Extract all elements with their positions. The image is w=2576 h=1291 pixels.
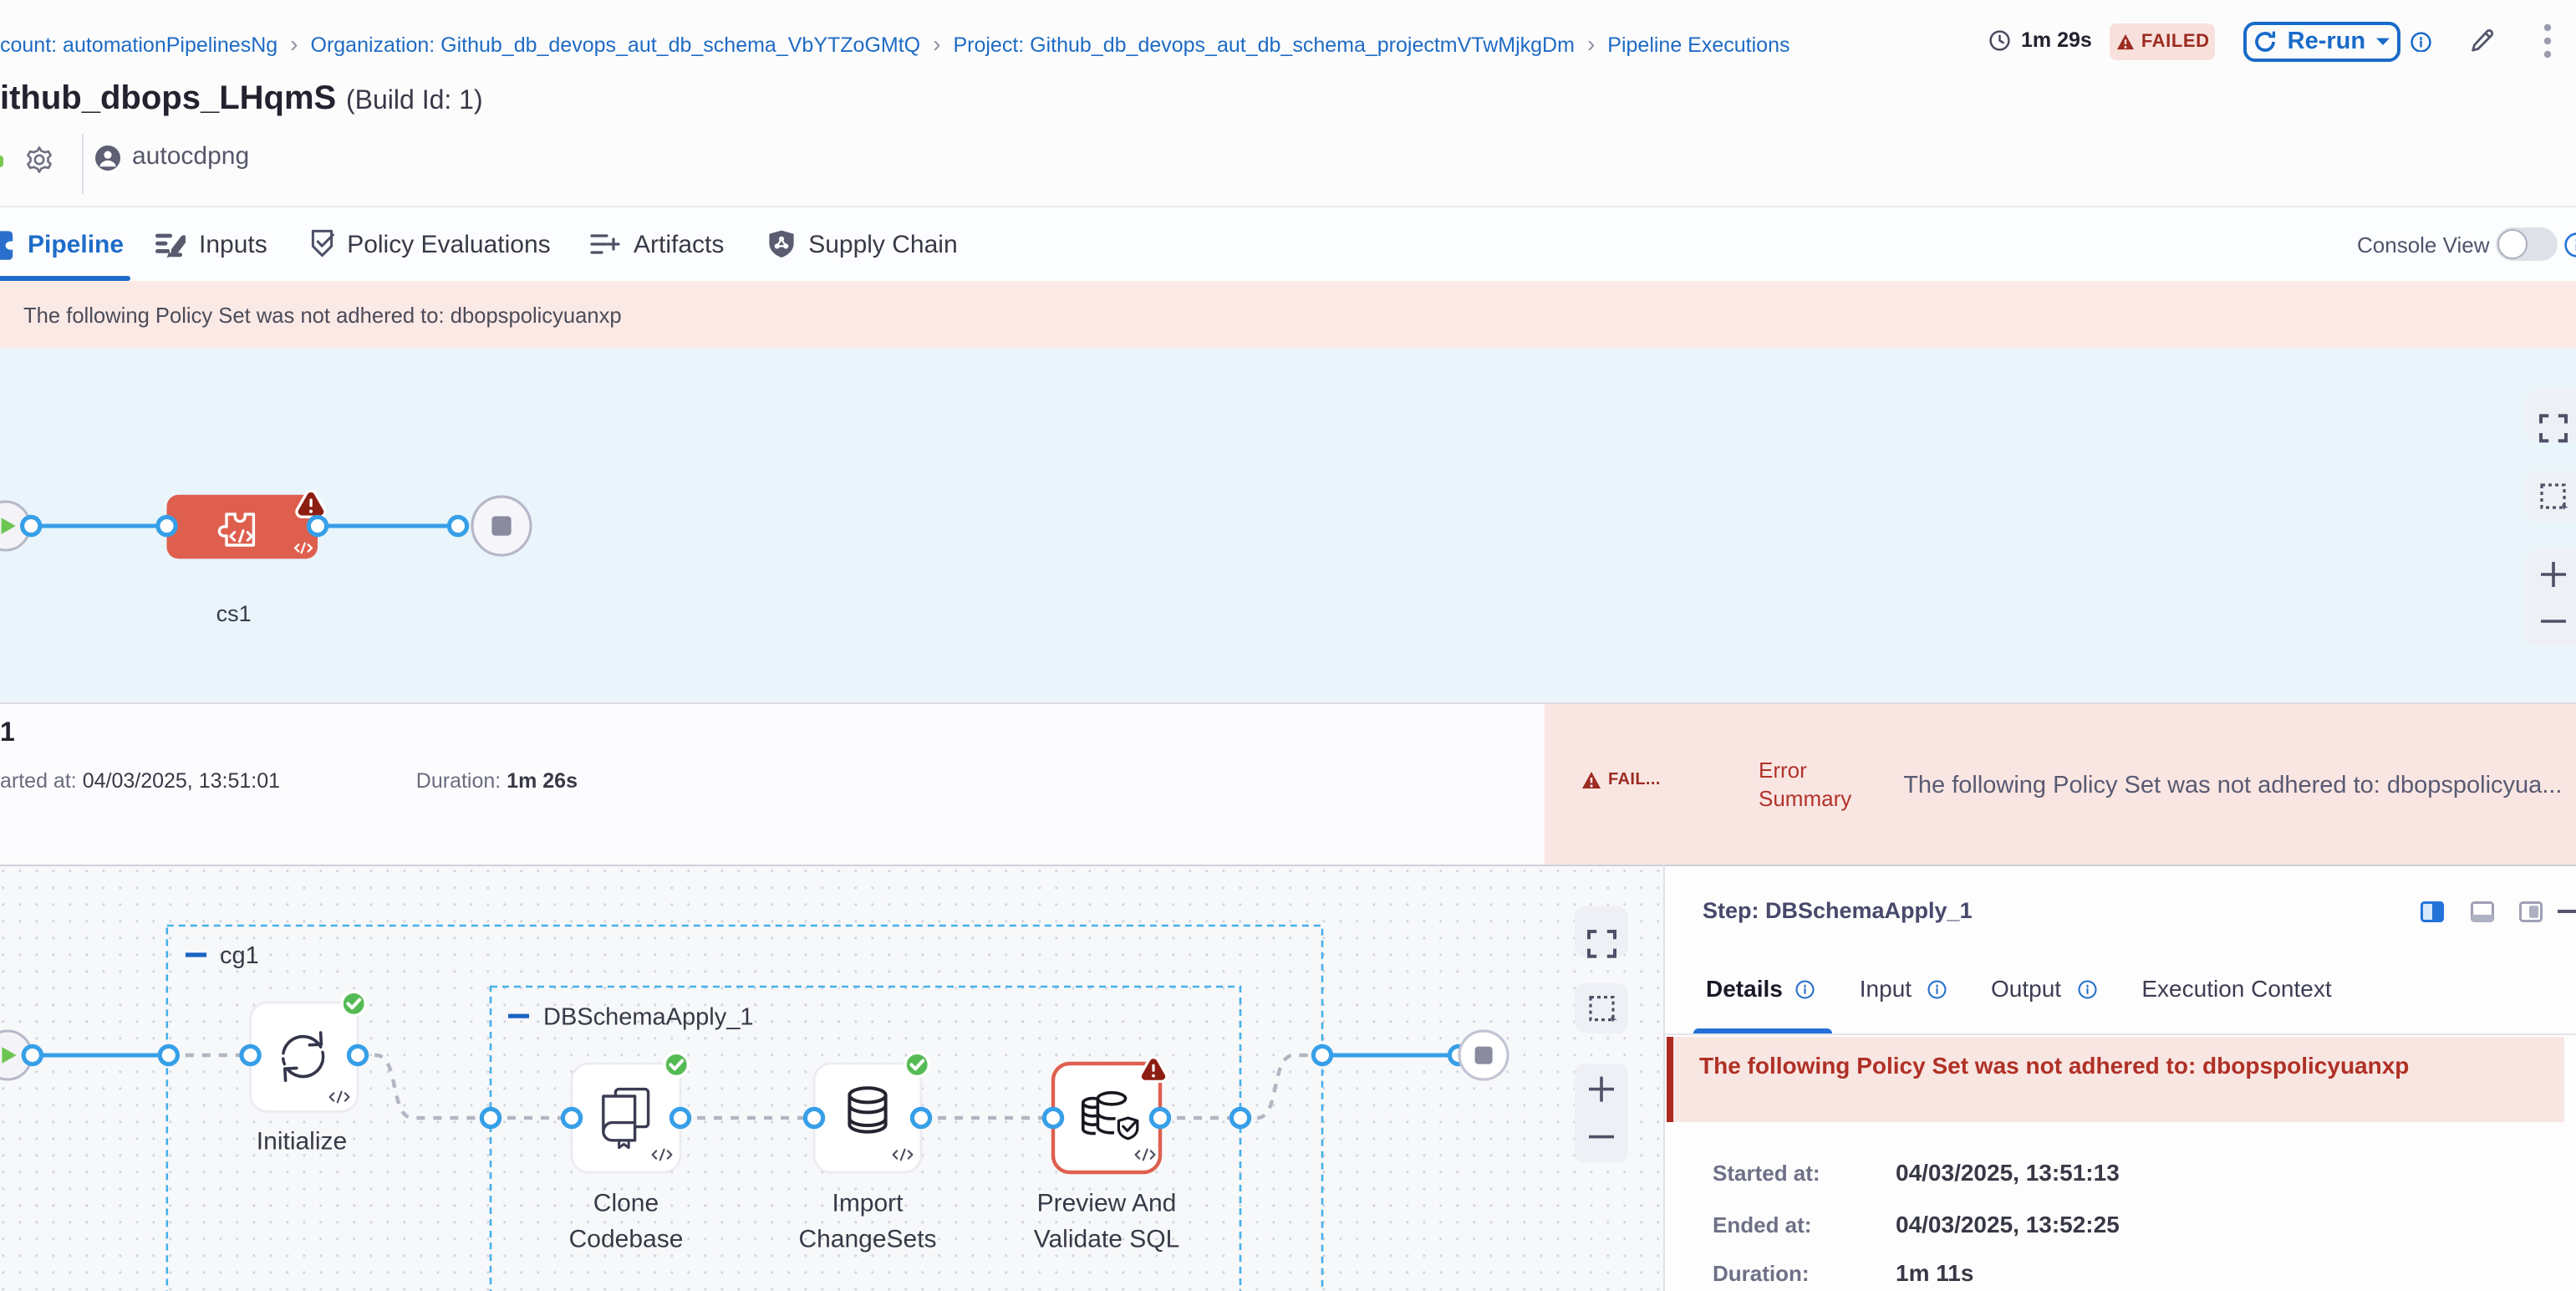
svg-text:Clone: Clone [593, 1190, 659, 1217]
svg-text:Codebase: Codebase [569, 1226, 684, 1253]
svg-text:Initialize: Initialize [257, 1128, 347, 1156]
svg-text:cs1: cs1 [216, 601, 252, 626]
svg-text:Preview And: Preview And [1037, 1190, 1177, 1217]
svg-text:cg1: cg1 [220, 942, 259, 969]
svg-text:Validate SQL: Validate SQL [1034, 1226, 1180, 1253]
svg-text:DBSchemaApply_1: DBSchemaApply_1 [543, 1003, 753, 1030]
svg-text:Import: Import [832, 1190, 904, 1217]
svg-text:ChangeSets: ChangeSets [798, 1226, 936, 1253]
